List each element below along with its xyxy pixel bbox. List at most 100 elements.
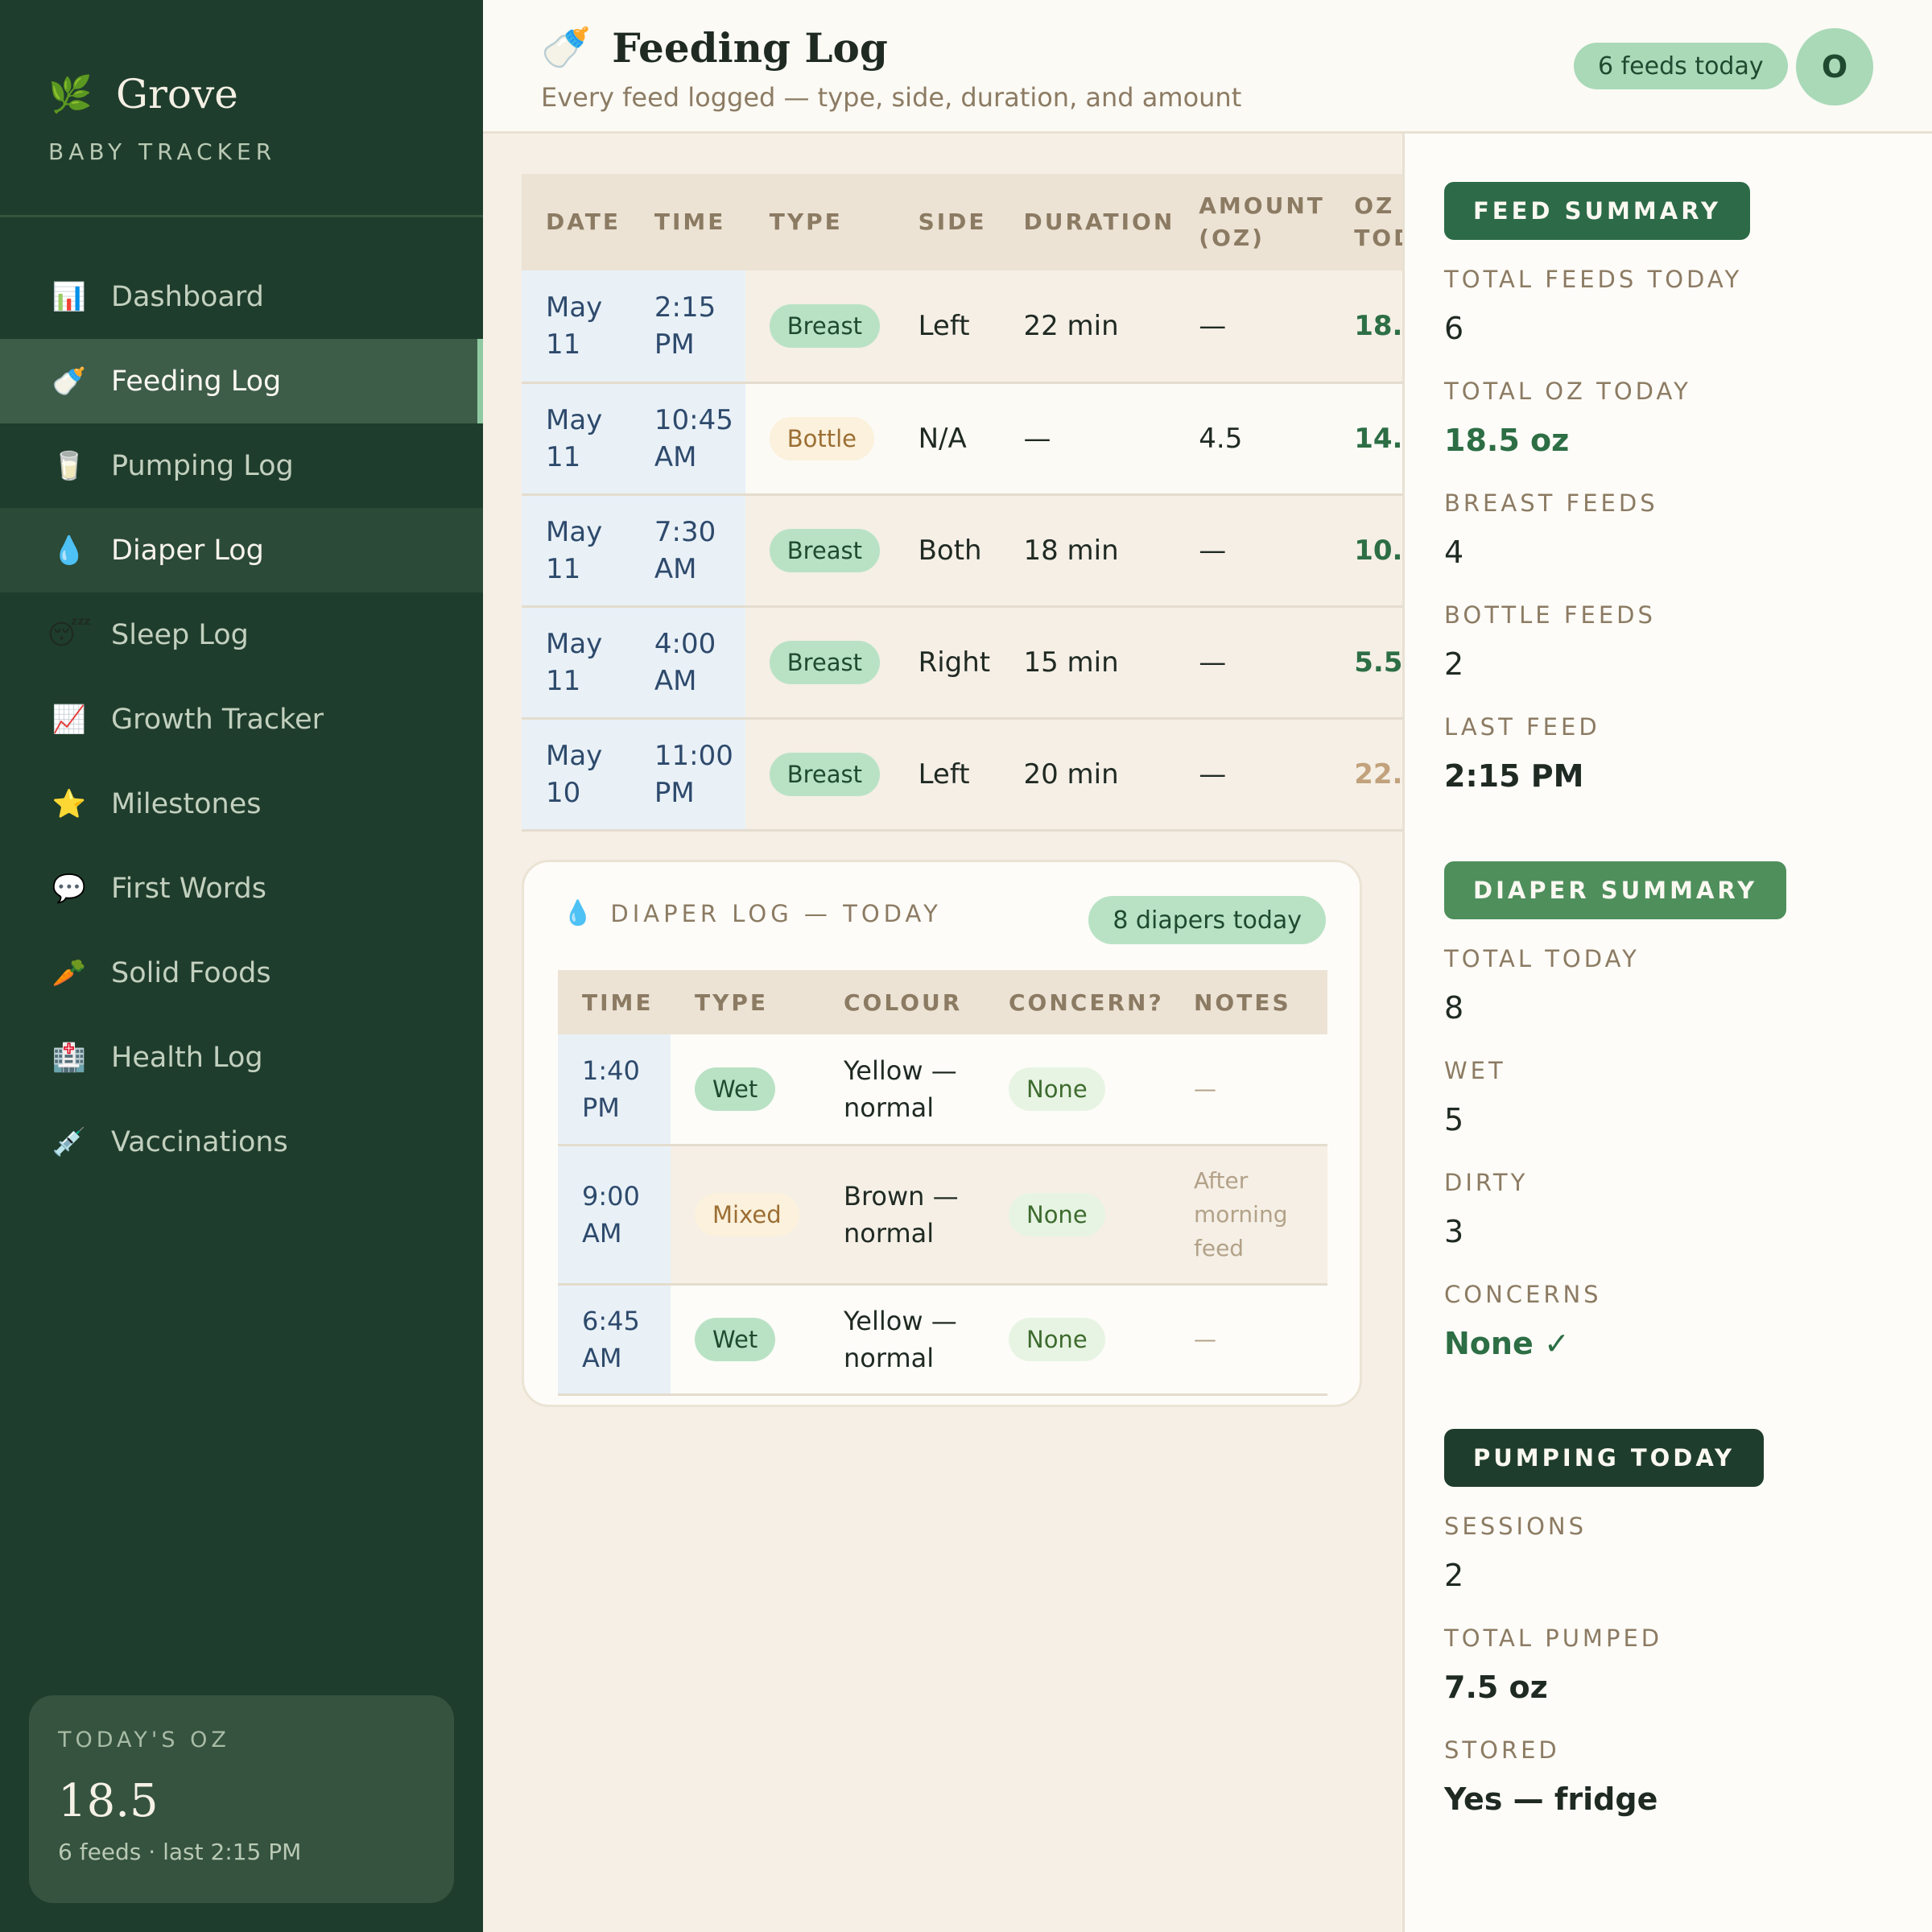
column-header-type[interactable]: TYPE [745, 174, 894, 270]
table-row[interactable]: 6:45 AM Wet Yellow — normal None — [558, 1284, 1327, 1396]
notes-cell: After morning feed [1170, 1145, 1327, 1286]
brand: 🌿 Grove BABY TRACKER [0, 0, 483, 217]
sidebar-item-growth-tracker[interactable]: 📈 Growth Tracker [0, 677, 483, 762]
sidebar-item-label: Milestones [111, 787, 262, 820]
stat-last-feed: LAST FEED 2:15 PM [1444, 713, 1600, 794]
sidebar-item-milestones[interactable]: ⭐ Milestones [0, 762, 483, 846]
side-cell: Left [894, 718, 1000, 832]
oz-today-cell: 10.0 [1330, 494, 1402, 608]
stat-label: TOTAL TODAY [1444, 945, 1640, 972]
bar-chart-icon: 📊 [52, 280, 87, 313]
column-header-duration[interactable]: DURATION [999, 174, 1175, 270]
stat-bottle-feeds: BOTTLE FEEDS 2 [1444, 601, 1656, 682]
sidebar-item-sleep-log[interactable]: 😴 Sleep Log [0, 592, 483, 677]
table-row[interactable]: May 11 10:45 AM Bottle N/A — 4.5 14.5 [522, 382, 1402, 496]
diaper-summary-heading: DIAPER SUMMARY [1444, 861, 1787, 919]
column-header-notes[interactable]: NOTES [1170, 970, 1327, 1034]
feed-type-badge: Bottle [769, 416, 875, 460]
type-cell: Bottle [745, 382, 894, 496]
amount-cell: 4.5 [1174, 382, 1331, 496]
sidebar-item-solid-foods[interactable]: 🥕 Solid Foods [0, 931, 483, 1015]
table-row[interactable]: 9:00 AM Mixed Brown — normal None After … [558, 1145, 1327, 1286]
column-header-oz-today[interactable]: OZ TODAY [1330, 174, 1402, 270]
table-row[interactable]: May 11 7:30 AM Breast Both 18 min — 10.0 [522, 494, 1402, 608]
stat-label: WET [1444, 1057, 1506, 1084]
stat-value: 3 [1444, 1214, 1464, 1249]
page-title: Feeding Log [612, 24, 888, 72]
cup-icon: 🥛 [52, 449, 87, 482]
oz-today-cell: 18.5 [1330, 270, 1402, 384]
sprout-icon: 🌿 [48, 74, 93, 115]
side-cell: Both [894, 494, 1000, 608]
stat-value: 2:15 PM [1444, 758, 1584, 794]
column-header-time[interactable]: TIME [630, 174, 745, 270]
sidebar-item-vaccinations[interactable]: 💉 Vaccinations [0, 1100, 483, 1184]
stat-label: TOTAL OZ TODAY [1444, 378, 1691, 405]
stat-value: 5 [1444, 1102, 1464, 1137]
amount-cell: — [1174, 606, 1331, 720]
sidebar-item-first-words[interactable]: 💬 First Words [0, 846, 483, 931]
speech-bubble-icon: 💬 [52, 872, 87, 905]
sidebar-nav: 📊 Dashboard 🍼 Feeding Log 🥛 Pumping Log … [0, 254, 483, 1184]
sidebar-item-diaper-log[interactable]: 💧 Diaper Log [0, 508, 483, 592]
column-header-colour[interactable]: COLOUR [819, 970, 985, 1034]
duration-cell: 22 min [999, 270, 1175, 384]
stat-label: SESSIONS [1444, 1513, 1587, 1540]
stat-label: DIRTY [1444, 1169, 1529, 1196]
feeds-today-badge: 6 feeds today [1574, 43, 1788, 89]
sidebar-item-dashboard[interactable]: 📊 Dashboard [0, 254, 483, 339]
side-cell: Left [894, 270, 1000, 384]
stat-breast-feeds: BREAST FEEDS 4 [1444, 489, 1658, 570]
time-cell: 9:00 AM [558, 1145, 671, 1286]
stat-value: 2 [1444, 1558, 1464, 1593]
stat-total-pumped: TOTAL PUMPED 7.5 oz [1444, 1624, 1662, 1705]
droplet-icon: 💧 [563, 899, 593, 927]
column-header-amount[interactable]: AMOUNT (OZ) [1174, 174, 1331, 270]
side-cell: N/A [894, 382, 1000, 496]
column-header-time[interactable]: TIME [558, 970, 671, 1034]
time-cell: 11:00 PM [630, 718, 745, 832]
stat-value: 18.5 oz [1444, 423, 1570, 458]
feed-table-container[interactable]: DATE TIME TYPE SIDE DURATION AMOUNT (OZ)… [522, 174, 1402, 832]
column-header-side[interactable]: SIDE [894, 174, 1000, 270]
feed-summary-heading: FEED SUMMARY [1444, 182, 1750, 240]
stat-concerns: CONCERNS None ✓ [1444, 1281, 1602, 1361]
sleeping-face-icon: 😴 [47, 618, 92, 651]
stat-sessions: SESSIONS 2 [1444, 1513, 1587, 1593]
todays-oz-value: 18.5 [58, 1775, 159, 1827]
syringe-icon: 💉 [52, 1125, 87, 1158]
brand-subtitle: BABY TRACKER [48, 138, 277, 165]
sidebar-item-label: Pumping Log [111, 449, 294, 482]
date-cell: May 11 [522, 606, 630, 720]
table-row[interactable]: May 11 2:15 PM Breast Left 22 min — 18.5 [522, 270, 1402, 384]
sidebar-item-pumping-log[interactable]: 🥛 Pumping Log [0, 423, 483, 508]
time-cell: 7:30 AM [630, 494, 745, 608]
table-row[interactable]: May 10 11:00 PM Breast Left 20 min — 22.… [522, 718, 1402, 832]
table-row[interactable]: 1:40 PM Wet Yellow — normal None — [558, 1034, 1327, 1146]
sidebar-item-label: Health Log [111, 1041, 263, 1074]
notes-cell: — [1170, 1034, 1327, 1146]
column-header-date[interactable]: DATE [522, 174, 630, 270]
stat-value: 6 [1444, 311, 1464, 346]
column-header-type[interactable]: TYPE [671, 970, 819, 1034]
avatar[interactable]: O [1796, 28, 1873, 105]
sidebar-item-label: Feeding Log [111, 365, 282, 398]
stat-value: 8 [1444, 990, 1464, 1026]
time-cell: 6:45 AM [558, 1284, 671, 1396]
time-cell: 1:40 PM [558, 1034, 671, 1146]
sidebar-item-health-log[interactable]: 🏥 Health Log [0, 1015, 483, 1100]
stat-label: BREAST FEEDS [1444, 489, 1658, 517]
stat-dirty: DIRTY 3 [1444, 1169, 1528, 1249]
diaper-table-header: TIME TYPE COLOUR CONCERN? NOTES [558, 970, 1327, 1034]
column-header-concern[interactable]: CONCERN? [985, 970, 1170, 1034]
amount-cell: — [1174, 270, 1331, 384]
todays-oz-label: TODAY'S OZ [58, 1728, 230, 1752]
stat-value: 7.5 oz [1444, 1670, 1548, 1705]
sidebar-item-feeding-log[interactable]: 🍼 Feeding Log [0, 339, 483, 423]
type-cell: Wet [671, 1284, 819, 1396]
notes-cell: — [1170, 1284, 1327, 1396]
feed-table-header: DATE TIME TYPE SIDE DURATION AMOUNT (OZ)… [522, 174, 1402, 270]
sidebar-item-label: Dashboard [111, 280, 264, 313]
table-row[interactable]: May 11 4:00 AM Breast Right 15 min — 5.5 [522, 606, 1402, 720]
oz-today-cell: 14.5 [1330, 382, 1402, 496]
